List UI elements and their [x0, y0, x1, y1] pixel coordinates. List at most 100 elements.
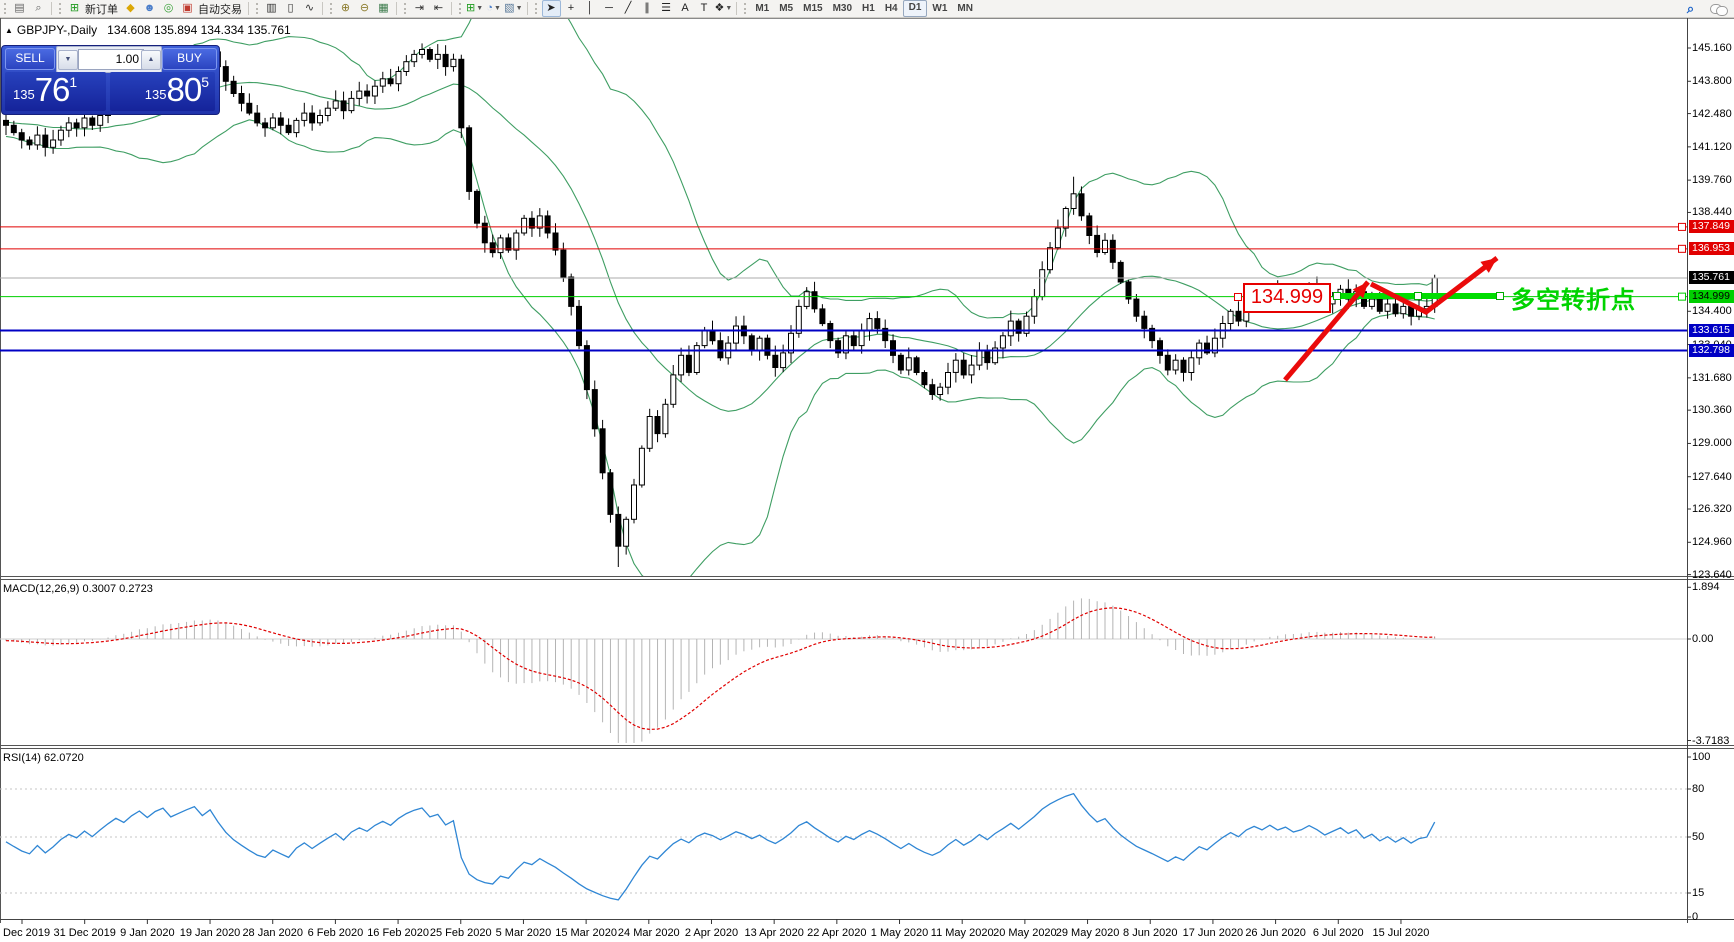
- chart-title: ▲ GBPJPY-,Daily 134.608 135.894 134.334 13…: [5, 23, 291, 37]
- data-window-icon[interactable]: ☻: [141, 1, 158, 16]
- timeframe-m30-button[interactable]: M30: [828, 1, 857, 16]
- timeframe-m5-button[interactable]: M5: [774, 1, 798, 16]
- price-callout-box[interactable]: 134.999: [1243, 283, 1331, 313]
- date-tick-label: 13 Apr 2020: [744, 927, 804, 939]
- auto-scroll-icon[interactable]: ⇥: [411, 1, 428, 16]
- timeframe-h4-button[interactable]: H4: [880, 1, 903, 16]
- volume-input[interactable]: 1.00: [78, 49, 144, 70]
- date-tick-label: 6 Feb 2020: [307, 927, 364, 939]
- zoom-out-icon[interactable]: ⊖: [356, 1, 373, 16]
- toolbar-grip: [256, 3, 258, 14]
- toolbar-separator: [451, 2, 452, 15]
- timeframe-w1-button[interactable]: W1: [927, 1, 952, 16]
- timeframe-m15-button[interactable]: M15: [798, 1, 827, 16]
- periods-icon[interactable]: ◔ ▼: [485, 1, 502, 16]
- date-tick-label: 15 Jul 2020: [1372, 927, 1430, 939]
- search-icon[interactable]: ⌕: [1682, 1, 1699, 16]
- price-tick-label: 141.120: [1692, 140, 1732, 153]
- new-order-icon-label[interactable]: 新订单: [85, 1, 118, 17]
- autotrading-icon-label[interactable]: 自动交易: [198, 1, 242, 17]
- trade-panel-top-row: SELL ▼ 1.00 ▲ BUY: [2, 46, 219, 73]
- new-order-icon[interactable]: ⊞: [66, 1, 83, 16]
- sell-button[interactable]: SELL: [5, 48, 55, 70]
- symbol-period: GBPJPY-,Daily: [16, 23, 98, 37]
- price-tick-label: 131.680: [1692, 371, 1732, 384]
- rsi-tick-label: 100: [1692, 751, 1711, 763]
- date-tick-label: 9 Jan 2020: [120, 927, 175, 939]
- volume-decrease-button[interactable]: ▼: [58, 50, 78, 70]
- trendline-icon[interactable]: ╱: [620, 1, 637, 16]
- text-icon[interactable]: A: [677, 1, 694, 16]
- rsi-tick-label: 0: [1692, 911, 1699, 923]
- toolbar-grip: [4, 3, 6, 14]
- fibonacci-icon[interactable]: ☰: [658, 1, 675, 16]
- price-tick-label: 138.440: [1692, 206, 1732, 219]
- market-watch-icon[interactable]: ◆: [122, 1, 139, 16]
- buy-price-display[interactable]: 135805: [110, 71, 215, 111]
- vertical-line-icon[interactable]: │: [582, 1, 599, 16]
- toolbar-grip: [534, 3, 537, 14]
- cursor-icon[interactable]: ➤: [541, 0, 561, 17]
- one-click-trading-panel: SELL ▼ 1.00 ▲ BUY 135761 135805: [1, 45, 220, 115]
- price-tick-label: 130.360: [1692, 404, 1732, 417]
- horizontal-line-icon[interactable]: ─: [601, 1, 618, 16]
- date-tick-label: 11 May 2020: [930, 927, 994, 939]
- toolbar-grip: [744, 3, 747, 14]
- price-tick-label: 139.760: [1692, 174, 1732, 187]
- chart-canvas[interactable]: [0, 0, 1734, 942]
- chevron-down-icon: ▼: [476, 5, 484, 12]
- chart-shift-icon[interactable]: ⇤: [430, 1, 447, 16]
- macd-indicator-label: MACD(12,26,9) 0.3007 0.2723: [3, 583, 153, 595]
- rsi-tick-label: 50: [1692, 831, 1705, 843]
- price-tick-label: 143.800: [1692, 75, 1732, 88]
- date-tick-label: 8 Jun 2020: [1123, 927, 1178, 939]
- channel-icon[interactable]: ∥: [639, 1, 656, 16]
- toolbar-grip: [330, 3, 332, 14]
- navigator-icon[interactable]: ◎: [160, 1, 177, 16]
- toolbar-grip: [459, 3, 461, 14]
- line-chart-icon[interactable]: ∿: [301, 1, 318, 16]
- timeframe-h1-button[interactable]: H1: [857, 1, 880, 16]
- price-tick-label: 123.640: [1692, 568, 1732, 581]
- toolbar-separator: [736, 2, 738, 15]
- candlestick-chart-icon[interactable]: ▯: [282, 1, 299, 16]
- date-tick-label: 29 May 2020: [1055, 927, 1120, 939]
- bar-chart-icon[interactable]: ▥: [263, 1, 280, 16]
- sell-price-handle: 135: [13, 87, 35, 102]
- tile-windows-icon[interactable]: ▦: [375, 1, 392, 16]
- price-line-badge: 134.999: [1689, 290, 1734, 304]
- template-icon[interactable]: ▧ ▼: [504, 1, 522, 16]
- sell-price-pip: 1: [69, 74, 78, 90]
- toolbar-separator: [322, 2, 323, 15]
- volume-increase-button[interactable]: ▲: [141, 50, 161, 70]
- chevron-down-icon: ▼: [725, 5, 733, 12]
- toolbar: ▤ ⌕ ⊞ 新订单 ◆ ☻ ◎ ▣ 自动交易 ▥ ▯ ∿ ⊕ ⊖ ▦ ⇥ ⇤ ⊞ ▼ ◔ ▼ ▧ ▼ ➤ + │ ─ ╱ ∥ ☰ A T ❖ ▼ M…: [0, 0, 1734, 18]
- text-label-icon[interactable]: T: [696, 1, 713, 16]
- toolbar-separator: [526, 2, 528, 15]
- timeframe-mn-button[interactable]: MN: [952, 1, 978, 16]
- indicators-icon[interactable]: ⊞ ▼: [466, 1, 483, 16]
- date-tick-label: 28 Jan 2020: [242, 927, 303, 939]
- toolbar-separator: [396, 2, 397, 15]
- buy-button[interactable]: BUY: [162, 48, 217, 70]
- date-tick-label: 6 Jul 2020: [1312, 927, 1364, 939]
- timeframe-m1-button[interactable]: M1: [750, 1, 774, 16]
- zoom-in-icon[interactable]: ⊕: [337, 1, 354, 16]
- toolbar-separator: [248, 2, 249, 15]
- crosshair-icon[interactable]: +: [563, 1, 580, 16]
- autotrading-icon[interactable]: ▣: [179, 1, 196, 16]
- sell-price-display[interactable]: 135761: [5, 71, 106, 111]
- chat-icon[interactable]: [1710, 3, 1728, 16]
- price-line-badge: 136.953: [1689, 242, 1734, 256]
- date-tick-label: 1 May 2020: [870, 927, 929, 939]
- price-tick-label: 142.480: [1692, 107, 1732, 120]
- arrows-icon[interactable]: ❖ ▼: [715, 1, 733, 16]
- charts-list-icon[interactable]: ▤: [11, 1, 28, 16]
- date-tick-label: 24 Mar 2020: [617, 927, 680, 939]
- profile-magnifier-icon[interactable]: ⌕: [30, 1, 47, 16]
- annotation-text[interactable]: 多空转折点: [1511, 280, 1636, 315]
- timeframe-d1-button[interactable]: D1: [902, 0, 928, 17]
- buy-price-big: 80: [166, 71, 202, 108]
- price-tick-label: 124.960: [1692, 536, 1732, 549]
- price-tick-label: 126.320: [1692, 503, 1732, 515]
